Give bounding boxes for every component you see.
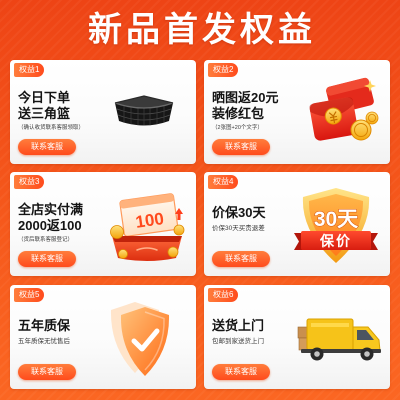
benefit-title-line: 晒图返20元 — [212, 90, 279, 105]
shield-check-icon — [110, 302, 170, 376]
benefit-title: 价保30天 — [212, 205, 265, 221]
benefit-title-line: 五年质保 — [18, 318, 71, 333]
corner-basket-icon — [114, 95, 174, 126]
benefit-card-4: 权益4 价保30天 价保30天买贵退差 联系客服 30天 保价 — [204, 172, 390, 276]
benefit-title: 全店实付满 2000返100 — [18, 202, 83, 234]
benefit-subtitle: （货后联系客服登记） — [18, 237, 74, 243]
benefit-tag: 权益5 — [14, 288, 45, 302]
benefit-title: 晒图返20元 装修红包 — [212, 90, 278, 122]
contact-service-button[interactable]: 联系客服 — [18, 251, 76, 267]
benefit-tag: 权益4 — [208, 175, 239, 189]
red-envelope — [309, 97, 358, 141]
voucher-icon: 100 — [110, 193, 185, 261]
benefit-card-6: 权益6 送货上门 包邮到家送货上门 联系客服 — [204, 285, 390, 389]
benefit-title: 今日下单 送三角篮 — [18, 90, 70, 122]
benefit-title-line: 全店实付满 — [18, 202, 84, 217]
benefit-card-5: 权益5 五年质保 五年质保无忧售后 联系客服 — [10, 285, 196, 389]
badge-ribbon-label: 保价 — [319, 233, 352, 249]
contact-service-button[interactable]: 联系客服 — [18, 139, 76, 155]
contact-service-button[interactable]: 联系客服 — [212, 139, 270, 155]
benefit-subtitle: 包邮到家送货上门 — [212, 338, 264, 345]
benefit-subtitle: （2张图+20个文字） — [212, 125, 263, 131]
voucher-amount-label: 100 — [134, 209, 165, 232]
delivery-truck-icon — [297, 318, 381, 361]
gift-tray-rim — [112, 236, 182, 242]
benefit-tag: 权益6 — [208, 288, 239, 302]
benefit-title: 五年质保 — [18, 318, 70, 334]
benefit-subtitle: 价保30天买贵退差 — [212, 225, 265, 232]
benefit-card-1: 权益1 今日下单 送三角篮 （确认收货联系客服领取） 联系客服 — [10, 60, 196, 164]
benefit-card-2: 权益2 晒图返20元 装修红包 （2张图+20个文字） 联系客服 — [204, 60, 390, 164]
price-guarantee-badge-icon: 30天 保价 — [294, 188, 378, 263]
container-highlight — [311, 323, 349, 327]
benefit-subtitle: （确认收货联系客服领取） — [18, 125, 85, 131]
contact-service-button[interactable]: 联系客服 — [212, 364, 270, 380]
benefit-title-line: 装修红包 — [212, 106, 265, 121]
benefits-poster: 新品首发权益 权益1 今日下单 送三角篮 （确认收货联系客服领取） 联系客服 权… — [0, 0, 400, 400]
benefit-title-line: 送货上门 — [212, 318, 265, 333]
coupon-ticket: 100 — [119, 193, 179, 237]
benefit-tag: 权益1 — [14, 63, 45, 77]
benefit-title-line: 价保30天 — [212, 205, 266, 220]
contact-service-button[interactable]: 联系客服 — [212, 251, 270, 267]
wheel-hub — [364, 351, 370, 357]
red-envelope-icon — [309, 77, 379, 141]
page-title: 新品首发权益 — [88, 11, 316, 49]
benefit-card-3: 权益3 全店实付满 2000返100 （货后联系客服登记） 联系客服 100 — [10, 172, 196, 276]
benefit-title-line: 今日下单 — [18, 90, 71, 105]
benefit-title-line: 送三角篮 — [18, 106, 71, 121]
benefit-title: 送货上门 — [212, 318, 264, 334]
benefit-subtitle: 五年质保无忧售后 — [18, 338, 70, 345]
contact-service-button[interactable]: 联系客服 — [18, 364, 76, 380]
benefit-tag: 权益3 — [14, 175, 45, 189]
badge-days-label: 30天 — [314, 208, 359, 231]
wheel-hub — [314, 351, 320, 357]
benefit-title-line: 2000返100 — [18, 218, 82, 233]
benefit-tag: 权益2 — [208, 63, 239, 77]
